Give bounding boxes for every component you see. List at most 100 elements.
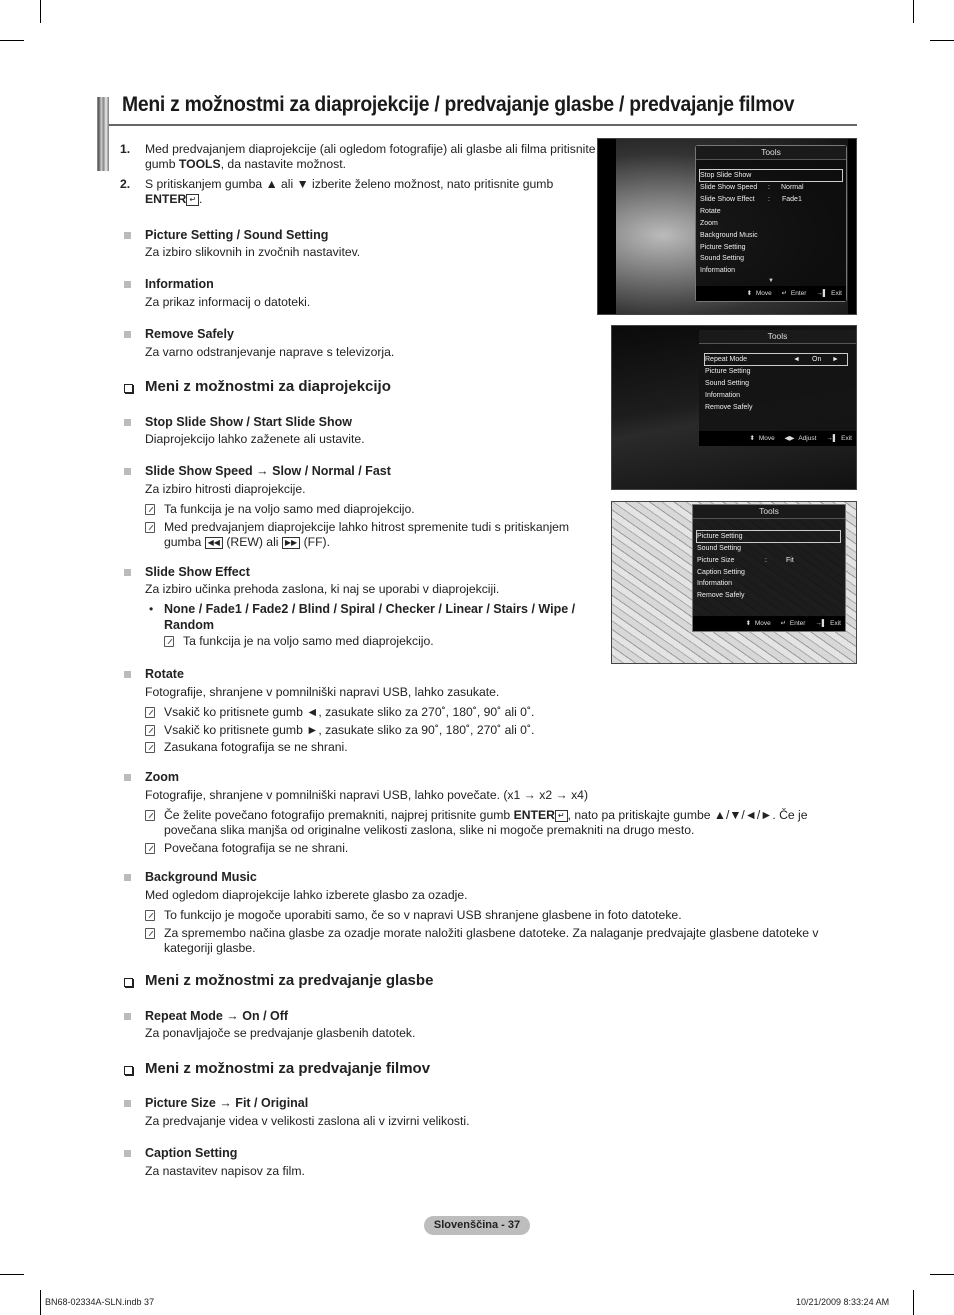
crop-mark (930, 1274, 954, 1275)
tools-item-information[interactable]: Information (705, 390, 740, 401)
colon: : (765, 557, 767, 564)
item-desc: Za prikaz informacij o datoteki. (145, 295, 311, 309)
exit-label: Exit (841, 435, 852, 442)
crop-mark (40, 1290, 41, 1315)
rew-icon: ◀◀ (204, 537, 223, 549)
tools-item-sound-setting[interactable]: Sound Setting (697, 543, 741, 554)
tools-item-sound-setting[interactable]: Sound Setting (705, 378, 749, 389)
section-heading: Meni z možnostmi za predvajanje glasbe (145, 972, 434, 989)
tools-item-slide-show-speed[interactable]: Slide Show Speed (700, 182, 757, 193)
note-text: Za spremembo načina glasbe za ozadje mor… (164, 926, 819, 940)
enter-icon: ↵ (780, 620, 787, 627)
move-icon: ⬍ (749, 435, 755, 442)
exit-label: Exit (831, 290, 842, 297)
item-heading: Information (145, 277, 214, 291)
note-icon (145, 522, 155, 533)
checkbox-icon (124, 978, 133, 987)
item-desc: Fotografije, shranjene v pomnilniški nap… (145, 685, 500, 699)
item-heading: Caption Setting (145, 1146, 238, 1160)
tools-item-information[interactable]: Information (697, 578, 732, 589)
item-heading: Picture Size → Fit / Original (145, 1096, 309, 1110)
left-arrow-icon[interactable]: ◄ (793, 354, 800, 365)
note-text: Vsakič ko pritisnete gumb ◄, zasukate sl… (164, 705, 535, 719)
tools-item-stop-slide-show[interactable]: Stop Slide Show (699, 169, 843, 182)
slideshow-tools-screenshot: Tools Stop Slide Show Slide Show Speed :… (597, 138, 857, 315)
item-heading: Slide Show Speed → Slow / Normal / Fast (145, 464, 391, 478)
square-bullet-icon (124, 1013, 131, 1020)
item-desc: Za ponavljajoče se predvajanje glasbenih… (145, 1026, 416, 1040)
item-heading: Stop Slide Show / Start Slide Show (145, 415, 352, 429)
square-bullet-icon (124, 1100, 131, 1107)
tools-title: Tools (693, 505, 845, 519)
square-bullet-icon (124, 874, 131, 881)
tools-item-rotate[interactable]: Rotate (700, 206, 721, 217)
repeat-mode-value: On (812, 356, 822, 363)
tools-item-remove-safely[interactable]: Remove Safely (697, 590, 744, 601)
note-icon (164, 636, 174, 647)
item-heading: Slide Show Effect (145, 565, 250, 579)
enter-key: ENTER (513, 808, 555, 822)
right-arrow-icon[interactable]: ► (832, 354, 839, 365)
tools-title: Tools (696, 146, 846, 160)
tools-item-sound-setting[interactable]: Sound Setting (700, 253, 744, 264)
item-heading: Repeat Mode → On / Off (145, 1009, 289, 1023)
item-desc: Diaprojekcijo lahko zaženete ali ustavit… (145, 432, 365, 446)
crop-mark (930, 40, 954, 41)
note-icon (145, 810, 155, 821)
page-title: Meni z možnostmi za diaprojekcije / pred… (122, 92, 795, 116)
tools-item-repeat-mode[interactable]: Repeat Mode (704, 353, 848, 366)
note-icon (145, 725, 155, 736)
exit-icon: →▌ (816, 290, 828, 297)
tools-item-remove-safely[interactable]: Remove Safely (705, 402, 752, 413)
tools-menu: Tools Picture Setting Sound Setting Pict… (692, 504, 846, 632)
ff-icon: ▶▶ (281, 537, 301, 549)
crop-mark (913, 1290, 914, 1315)
item-desc: Fotografije, shranjene v pomnilniški nap… (145, 788, 589, 802)
photo-border (598, 139, 616, 314)
tools-item-zoom[interactable]: Zoom (700, 218, 718, 229)
tools-item-information[interactable]: Information (700, 265, 735, 276)
tools-item-picture-setting[interactable]: Picture Setting (705, 366, 751, 377)
tools-footer: ⬍ Move ↵ Enter →▌ Exit (696, 286, 846, 301)
tools-item-picture-setting[interactable]: Picture Setting (700, 242, 746, 253)
item-desc: Za nastavitev napisov za film. (145, 1164, 305, 1178)
slide-show-effect-value: Fade1 (782, 196, 802, 203)
exit-icon: →▌ (815, 620, 827, 627)
item-heading: Zoom (145, 770, 180, 784)
move-label: Move (758, 435, 775, 442)
tools-item-background-music[interactable]: Background Music (700, 230, 758, 241)
tools-item-picture-size[interactable]: Picture Size (697, 555, 734, 566)
enter-icon: ↵ (186, 194, 200, 206)
item-desc: Za izbiro slikovnih in zvočnih nastavite… (145, 245, 361, 259)
step-text: gumb TOOLS, da nastavite možnost. (145, 157, 346, 172)
crop-mark (0, 40, 24, 41)
move-icon: ⬍ (745, 620, 752, 627)
item-desc: Med ogledom diaprojekcije lahko izberete… (145, 888, 468, 902)
music-tools-screenshot: Tools Repeat Mode ◄ On ► Picture Setting… (611, 325, 857, 490)
square-bullet-icon (124, 1150, 131, 1157)
enter-label: Enter (790, 290, 807, 297)
note-text: Povečana fotografija se ne shrani. (164, 841, 349, 855)
item-heading: Remove Safely (145, 327, 234, 341)
tools-footer: ⬍ Move ↵ Enter →▌ Exit (693, 616, 845, 631)
colon: : (768, 196, 770, 203)
title-divider (109, 124, 857, 126)
square-bullet-icon (124, 468, 131, 475)
title-decoration (97, 97, 109, 171)
square-bullet-icon (124, 419, 131, 426)
square-bullet-icon (124, 569, 131, 576)
scroll-down-icon[interactable]: ▼ (768, 278, 774, 284)
tools-menu: Tools Repeat Mode ◄ On ► Picture Setting… (699, 330, 856, 446)
tools-key: TOOLS (178, 157, 221, 171)
square-bullet-icon (124, 774, 131, 781)
print-timestamp: 10/21/2009 8:33:24 AM (796, 1297, 890, 1307)
square-bullet-icon (124, 281, 131, 288)
tools-item-caption-setting[interactable]: Caption Setting (697, 567, 745, 578)
note-icon (145, 504, 155, 515)
effects-list: None / Fade1 / Fade2 / Blind / Spiral / … (164, 602, 576, 616)
step-text: S pritiskanjem gumba ▲ ali ▼ izberite že… (145, 177, 554, 191)
tools-item-slide-show-effect[interactable]: Slide Show Effect (700, 194, 755, 205)
square-bullet-icon (124, 671, 131, 678)
tools-item-picture-setting[interactable]: Picture Setting (696, 530, 841, 543)
tools-title: Tools (699, 330, 856, 344)
